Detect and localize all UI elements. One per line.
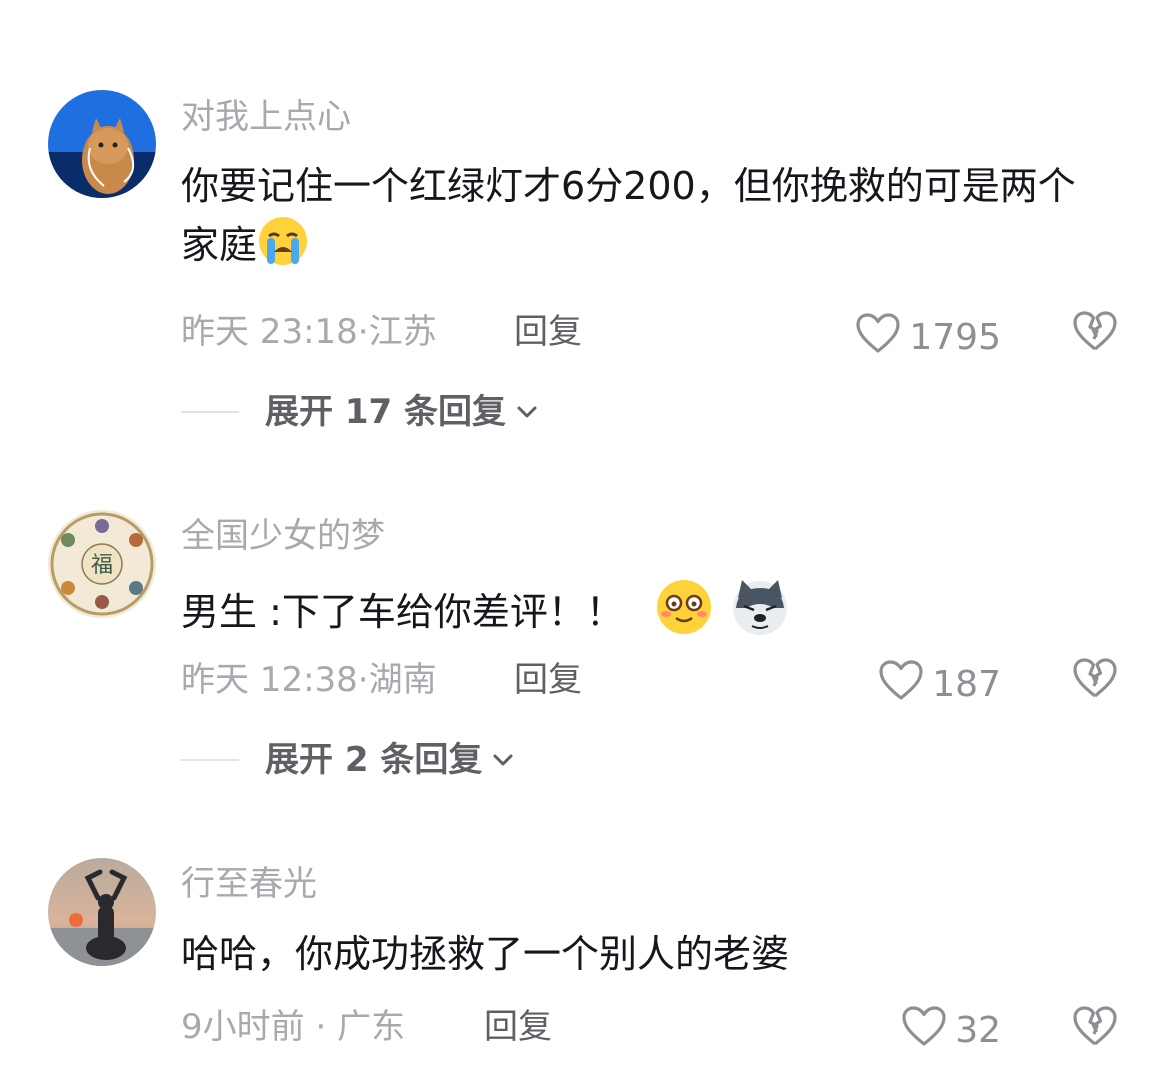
like-button[interactable]: 32 (901, 1005, 1001, 1056)
meta-separator: · (304, 1007, 338, 1047)
username[interactable]: 全国少女的梦 (181, 516, 385, 556)
username[interactable]: 对我上点心 (181, 97, 351, 137)
dislike-button[interactable] (1072, 1004, 1118, 1048)
comment-text-content: 你要记住一个红绿灯才6分200，但你挽救的可是两个家庭 (181, 164, 1076, 267)
divider-line (181, 759, 239, 761)
heart-outline-icon (878, 659, 924, 710)
expand-replies-button[interactable]: 展开 17 条回复 (181, 392, 538, 432)
dislike-button[interactable] (1072, 656, 1118, 700)
reply-button[interactable]: 回复 (514, 312, 582, 352)
chevron-down-icon (516, 405, 538, 419)
avatar[interactable] (48, 90, 156, 198)
comment-text-content: 哈哈，你成功拯救了一个别人的老婆 (181, 932, 790, 976)
broken-heart-icon (1072, 658, 1118, 704)
like-count: 187 (932, 663, 1001, 705)
loudly-crying-face-icon (257, 214, 309, 281)
avatar[interactable]: 福 (48, 510, 156, 618)
expand-replies-label: 展开 2 条回复 (265, 740, 483, 780)
dislike-button[interactable] (1072, 309, 1118, 353)
expand-replies-label: 展开 17 条回复 (265, 392, 506, 432)
comment-text: 你要记住一个红绿灯才6分200，但你挽救的可是两个家庭 (181, 158, 1091, 281)
divider-line (181, 411, 239, 413)
chevron-down-icon (492, 753, 514, 767)
heart-outline-icon (901, 1005, 947, 1056)
like-count: 1795 (909, 316, 1001, 358)
expand-replies-button[interactable]: 展开 2 条回复 (181, 740, 514, 780)
comment-location: 江苏 (368, 312, 437, 352)
comment-time: 昨天 23:18 (181, 312, 358, 352)
heart-outline-icon (855, 312, 901, 363)
broken-heart-icon (1072, 311, 1118, 357)
reply-button[interactable]: 回复 (514, 660, 582, 700)
like-button[interactable]: 1795 (855, 312, 1001, 363)
blushing-smile-face-icon (654, 578, 714, 651)
comment-meta: 昨天 23:18·江苏 (181, 312, 437, 352)
username[interactable]: 行至春光 (181, 864, 317, 904)
comment-time: 9小时前 (181, 1007, 305, 1047)
comment-meta: 9小时前 · 广东 (181, 1007, 405, 1047)
comment-location: 湖南 (368, 660, 437, 700)
comment-text: 男生 :下了车给你差评！！ (181, 578, 1091, 651)
reply-button[interactable]: 回复 (484, 1007, 552, 1047)
avatar[interactable] (48, 858, 156, 966)
svg-text:福: 福 (91, 553, 113, 578)
meta-separator: · (357, 312, 369, 352)
comment-text-content: 男生 :下了车给你差评！！ (181, 590, 624, 634)
husky-dog-face-icon (730, 578, 790, 651)
meta-separator: · (357, 660, 369, 700)
broken-heart-icon (1072, 1006, 1118, 1052)
comment-time: 昨天 12:38 (181, 660, 358, 700)
like-button[interactable]: 187 (878, 659, 1001, 710)
like-count: 32 (955, 1009, 1001, 1051)
comment-text: 哈哈，你成功拯救了一个别人的老婆 (181, 926, 1091, 982)
comment-location: 广东 (337, 1007, 406, 1047)
comment-meta: 昨天 12:38·湖南 (181, 660, 437, 700)
